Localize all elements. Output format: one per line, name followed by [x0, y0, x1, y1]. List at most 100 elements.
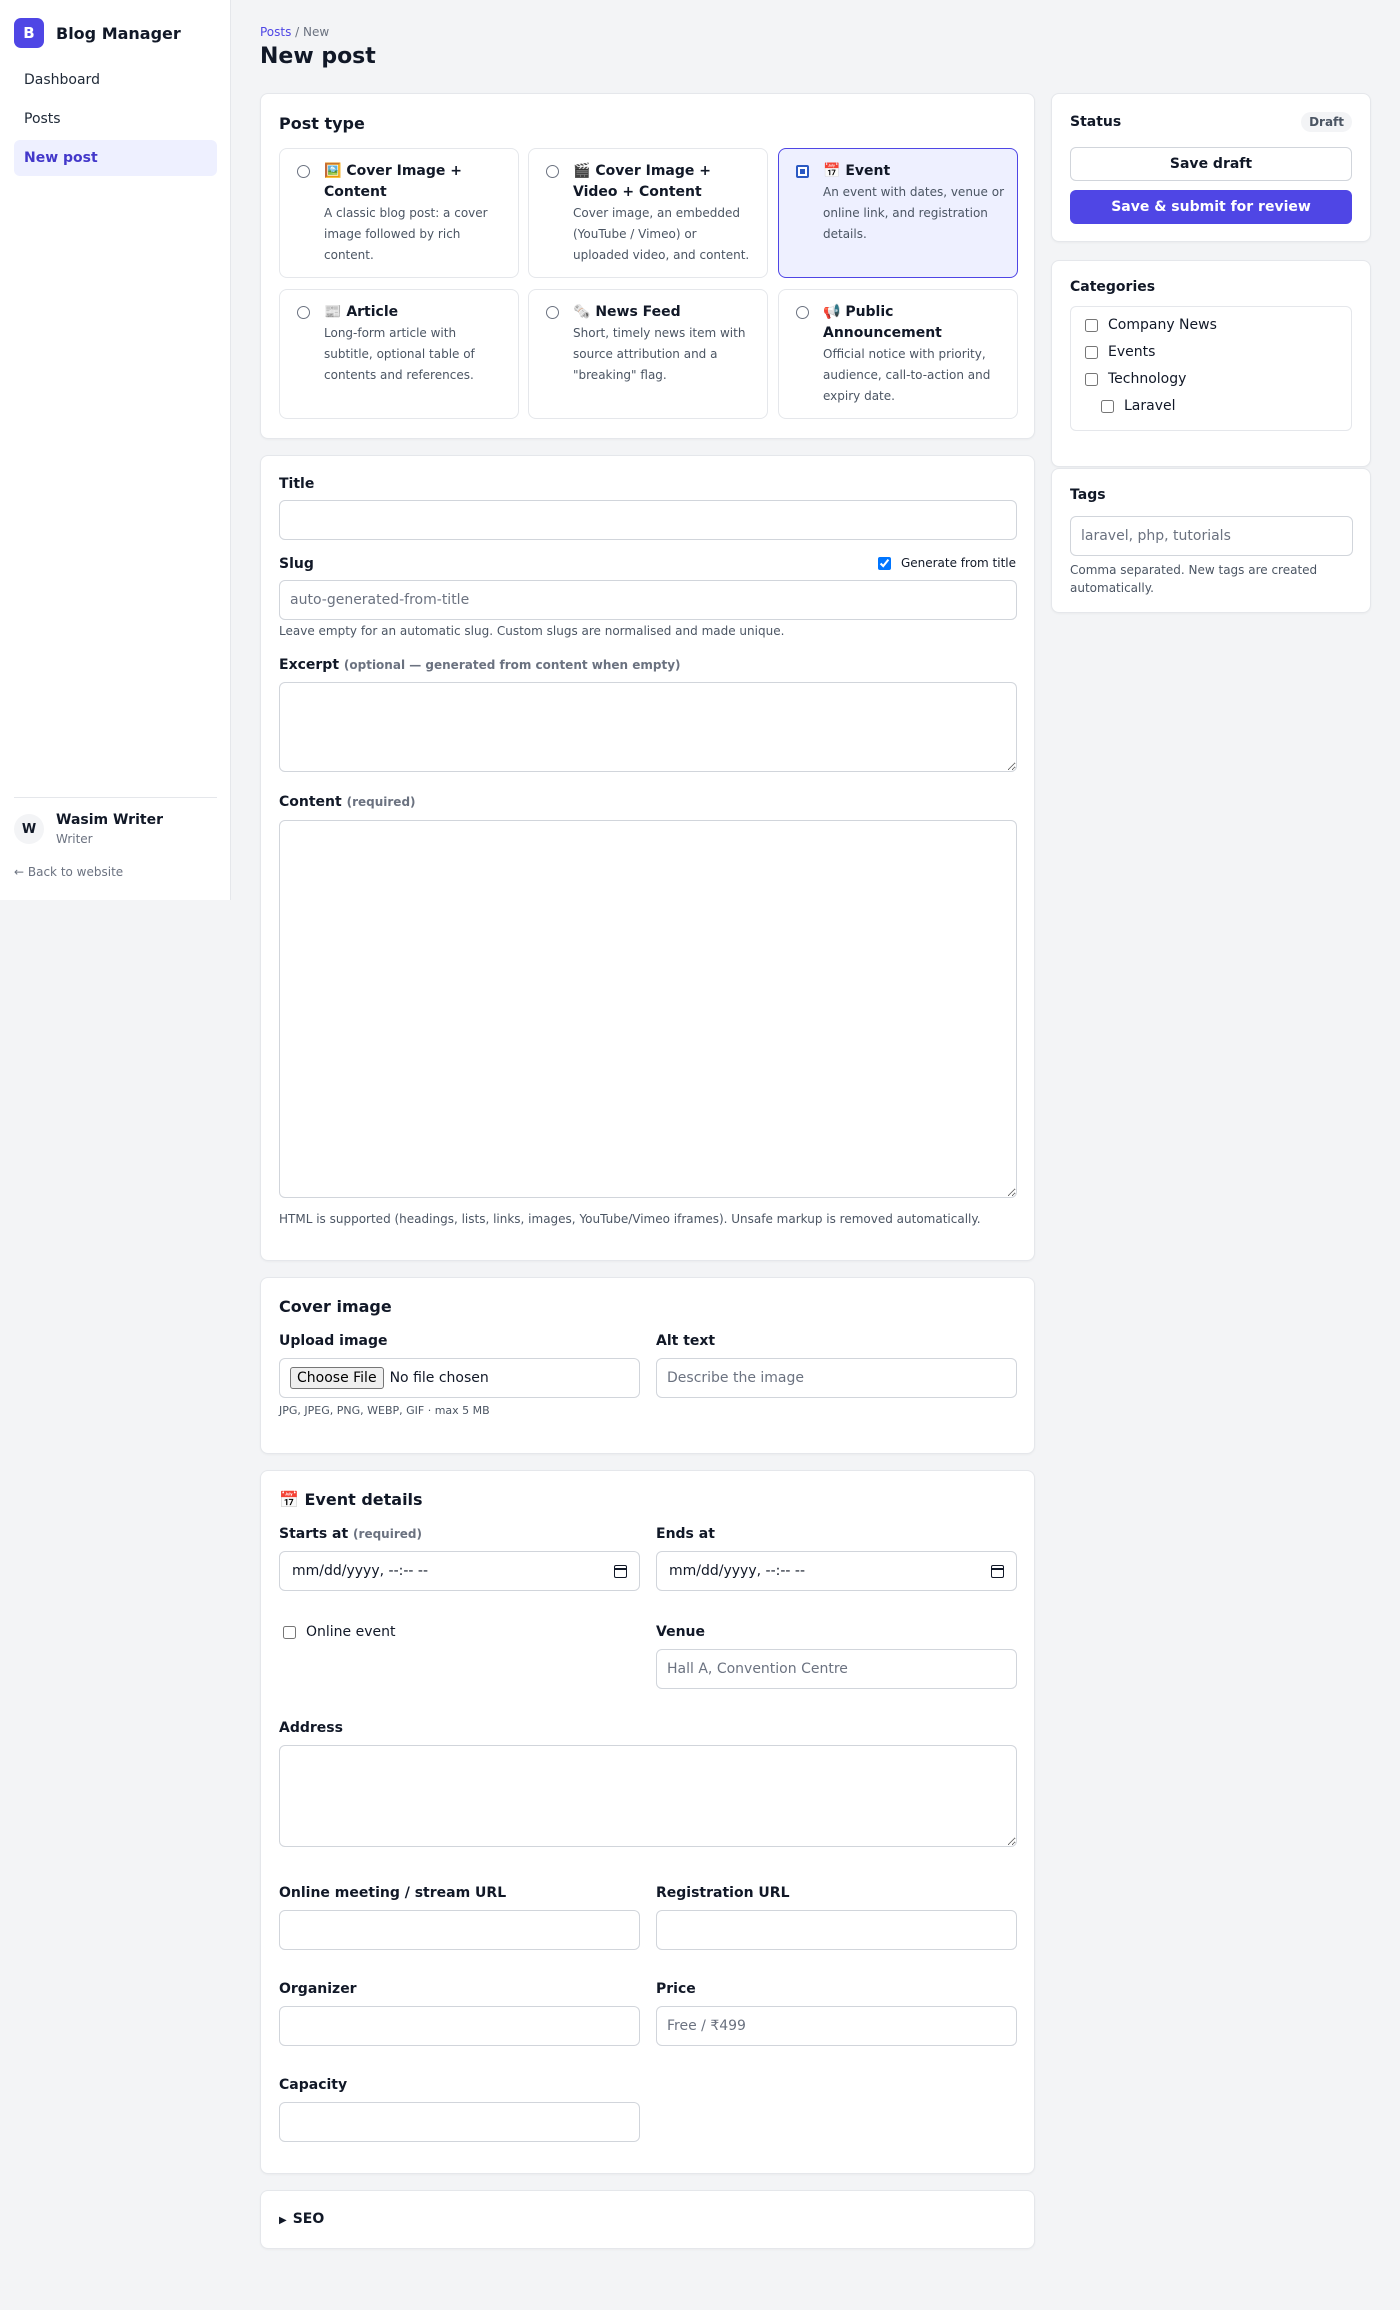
sidebar-divider [14, 797, 217, 798]
seo-toggle[interactable]: ▶ SEO [279, 2211, 324, 2227]
radio-button[interactable] [297, 165, 310, 178]
choose-file-button[interactable]: Choose File [290, 1367, 384, 1389]
category-item[interactable]: Company News [1085, 317, 1217, 333]
category-item[interactable]: Events [1085, 344, 1155, 360]
starts-at-label: Starts at (required) [279, 1526, 422, 1542]
post-type-option-public-announcement[interactable]: 📢 Public Announcement Official notice wi… [778, 289, 1018, 419]
breadcrumb-current: New [303, 25, 330, 39]
venue-input[interactable] [656, 1649, 1017, 1689]
registration-url-input[interactable] [656, 1910, 1017, 1950]
price-input[interactable] [656, 2006, 1017, 2046]
tags-panel: Tags Comma separated. New tags are creat… [1051, 468, 1371, 613]
organizer-label: Organizer [279, 1981, 357, 1997]
price-label: Price [656, 1981, 696, 1997]
content-note: (required) [346, 795, 416, 809]
status-title: Status [1070, 114, 1122, 130]
tags-help: Comma separated. New tags are created au… [1070, 563, 1318, 595]
sidebar-item-dashboard[interactable]: Dashboard [14, 62, 217, 98]
address-textarea[interactable] [279, 1745, 1017, 1847]
meeting-url-label: Online meeting / stream URL [279, 1885, 507, 1901]
sidebar: B Blog Manager Dashboard Posts New post … [0, 0, 231, 900]
post-type-option-news-feed[interactable]: 🗞️ News Feed Short, timely news item wit… [528, 289, 768, 419]
generate-slug-checkbox[interactable] [877, 556, 891, 570]
content-textarea[interactable] [279, 820, 1017, 1198]
calendar-picker-icon[interactable] [991, 1564, 1004, 1578]
alt-text-input[interactable] [656, 1358, 1017, 1398]
categories-title: Categories [1070, 279, 1156, 295]
post-type-option-cover-image-content[interactable]: 🖼️ Cover Image + Content A classic blog … [279, 148, 519, 278]
seo-section: ▶ SEO [260, 2190, 1035, 2249]
online-event-toggle[interactable]: Online event [283, 1624, 395, 1640]
post-type-label: 🖼️ Cover Image + Content [324, 163, 462, 200]
generate-slug-toggle[interactable]: Generate from title [877, 556, 1016, 570]
radio-button[interactable] [297, 306, 310, 319]
post-type-label: 🗞️ News Feed [573, 304, 681, 320]
post-type-label: 📰 Article [324, 304, 399, 320]
capacity-input[interactable] [279, 2102, 640, 2142]
post-type-option-event[interactable]: 📅 Event An event with dates, venue or on… [778, 148, 1018, 278]
clapperboard-icon: 🎬 [573, 163, 591, 179]
ends-at-label: Ends at [656, 1526, 715, 1542]
content-label: Content (required) [279, 794, 416, 810]
excerpt-note: (optional — generated from content when … [343, 658, 681, 672]
rolled-newspaper-icon: 🗞️ [573, 304, 591, 320]
user-name: Wasim Writer [56, 812, 163, 828]
organizer-input[interactable] [279, 2006, 640, 2046]
radio-button[interactable] [546, 165, 559, 178]
radio-button[interactable] [796, 165, 809, 178]
submit-for-review-button[interactable]: Save & submit for review [1070, 190, 1352, 224]
radio-button[interactable] [546, 306, 559, 319]
starts-at-input[interactable]: mm/dd/yyyy, --:-- -- [279, 1551, 640, 1591]
calendar-picker-icon[interactable] [614, 1564, 627, 1578]
event-details-card: 📅 Event details Starts at (required) mm/… [260, 1470, 1035, 2174]
category-checkbox[interactable] [1085, 318, 1098, 332]
breadcrumb-posts-link[interactable]: Posts [260, 25, 291, 39]
ends-at-input[interactable]: mm/dd/yyyy, --:-- -- [656, 1551, 1017, 1591]
seo-label: SEO [292, 2211, 325, 2227]
post-type-option-article[interactable]: 📰 Article Long-form article with subtitl… [279, 289, 519, 419]
status-panel: Status Draft Save draft Save & submit fo… [1051, 93, 1371, 242]
cover-image-card: Cover image Upload image Choose File No … [260, 1277, 1035, 1454]
brand[interactable]: B Blog Manager [14, 18, 181, 48]
upload-image-input[interactable]: Choose File No file chosen [279, 1358, 640, 1398]
status-badge: Draft [1301, 112, 1352, 132]
title-input[interactable] [279, 500, 1017, 540]
newspaper-icon: 📰 [324, 304, 342, 320]
title-label: Title [279, 476, 315, 492]
save-draft-button[interactable]: Save draft [1070, 147, 1352, 181]
category-item[interactable]: Technology [1085, 371, 1186, 387]
category-checkbox[interactable] [1085, 345, 1098, 359]
post-type-description: An event with dates, venue or online lin… [823, 185, 1005, 241]
slug-help: Leave empty for an automatic slug. Custo… [279, 624, 785, 638]
categories-list: Company News Events Technology Laravel [1070, 306, 1352, 431]
breadcrumb-separator: / [291, 25, 304, 39]
tags-title: Tags [1070, 487, 1106, 503]
slug-input[interactable] [279, 580, 1017, 620]
back-to-website-link[interactable]: ← Back to website [14, 865, 123, 879]
post-type-description: Short, timely news item with source attr… [573, 326, 746, 382]
sidebar-item-new-post[interactable]: New post [14, 140, 217, 176]
post-type-title: Post type [279, 114, 365, 133]
online-event-checkbox[interactable] [283, 1625, 296, 1639]
registration-url-label: Registration URL [656, 1885, 790, 1901]
post-type-option-cover-image-video-content[interactable]: 🎬 Cover Image + Video + Content Cover im… [528, 148, 768, 278]
online-event-label: Online event [306, 1624, 396, 1640]
radio-button[interactable] [796, 306, 809, 319]
post-type-label: 📢 Public Announcement [823, 304, 942, 341]
venue-label: Venue [656, 1624, 705, 1640]
category-item[interactable]: Laravel [1101, 398, 1176, 414]
upload-help: JPG, JPEG, PNG, WEBP, GIF · max 5 MB [279, 1404, 490, 1417]
excerpt-textarea[interactable] [279, 682, 1017, 772]
post-type-description: A classic blog post: a cover image follo… [324, 206, 488, 262]
capacity-label: Capacity [279, 2077, 348, 2093]
post-content-card: Title Slug Generate from title Leave emp… [260, 455, 1035, 1261]
tags-input[interactable] [1070, 516, 1353, 556]
meeting-url-input[interactable] [279, 1910, 640, 1950]
upload-image-label: Upload image [279, 1333, 388, 1349]
category-checkbox[interactable] [1101, 399, 1114, 413]
sidebar-item-posts[interactable]: Posts [14, 101, 217, 137]
category-checkbox[interactable] [1085, 372, 1098, 386]
megaphone-icon: 📢 [823, 304, 841, 320]
brand-logo: B [14, 18, 44, 48]
address-label: Address [279, 1720, 343, 1736]
